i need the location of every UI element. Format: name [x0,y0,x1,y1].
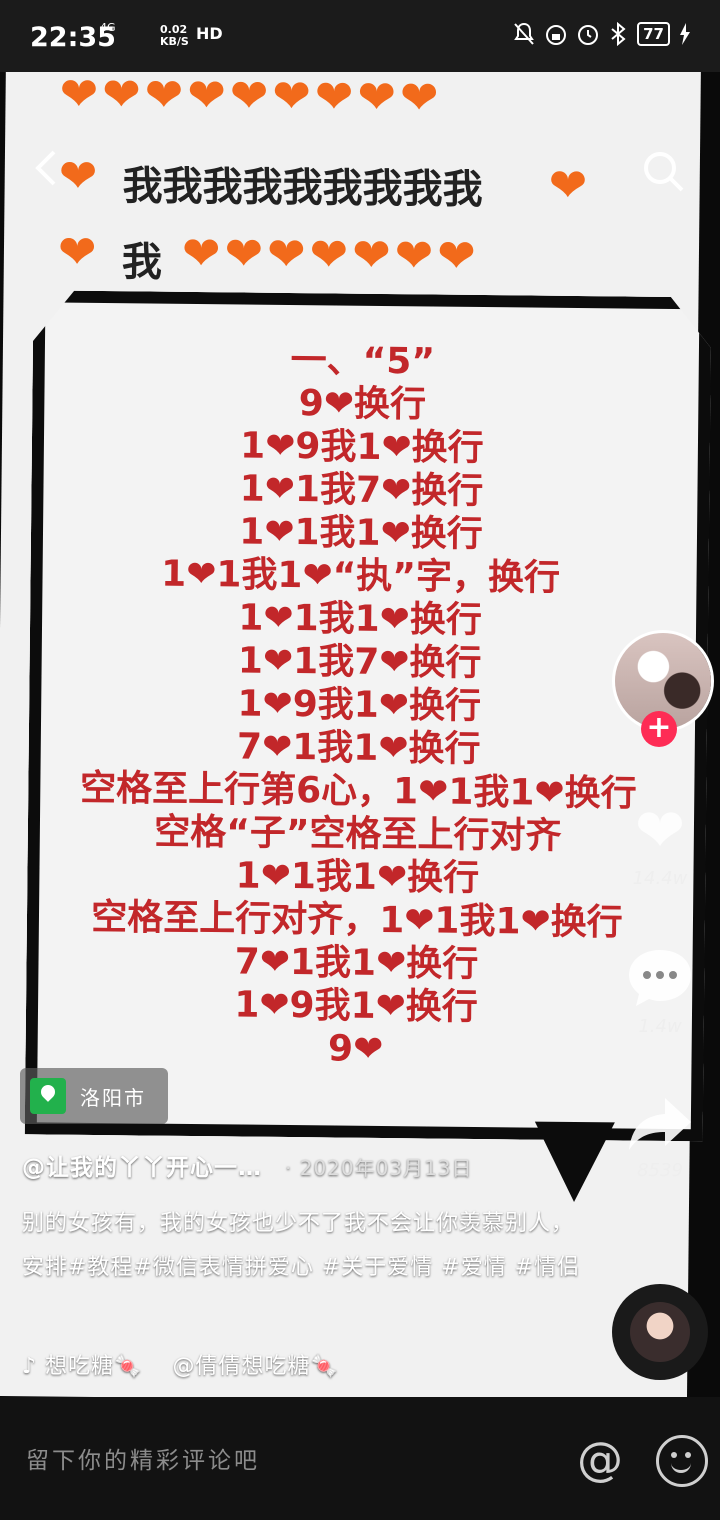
lock-icon [546,25,567,45]
instruction-line: 1❤1我7❤换行 [239,468,484,513]
like-button[interactable]: ❤ 14.4w [612,796,708,889]
music-disc[interactable] [612,1284,708,1380]
heart-row-3: ❤❤❤❤❤❤❤ [181,225,481,283]
author-name[interactable]: @让我的丫丫开心一… [22,1155,262,1181]
caption-description[interactable]: 别的女孩有，我的女孩也少不了我不会让你羡慕别人，安排#教程#微信表情拼爱心 #关… [22,1202,582,1290]
status-bar: 22:35 4G 0.02 KB/S HD 77 [0,0,720,72]
instruction-line: 一、“5” [290,339,436,383]
search-button[interactable] [640,148,688,196]
battery-indicator: 77 [637,22,670,46]
tiktok-note-icon: ♪ [22,1354,38,1379]
mention-button[interactable]: @ [574,1433,626,1485]
music-title: 想吃糖🍬 [45,1354,143,1379]
instruction-line: 1❤1我1❤换行 [238,597,483,642]
comment-count: 1.4w [638,1016,682,1037]
instruction-line: 1❤1我1❤“执”字，换行 [160,553,561,599]
location-pin-icon [30,1078,66,1114]
alarm-icon [578,25,599,45]
hd-indicator: HD [196,24,223,43]
location-tag[interactable]: 洛阳市 [20,1068,168,1124]
music-info[interactable]: ♪ 想吃糖🍬 @倩倩想吃糖🍬 [22,1348,339,1380]
caption-author-line: @让我的丫丫开心一… · 2020年03月13日 [22,1148,473,1182]
heart-icon: ❤ [634,796,686,866]
instruction-list: 一、“5” 9❤换行 1❤9我1❤换行 1❤1我7❤换行 1❤1我1❤换行 1❤1我1❤“… [35,336,683,1074]
share-count: 8539 [637,1160,683,1181]
network-indicator: 4G [100,21,116,34]
instruction-line: 9❤ [327,1028,384,1071]
search-icon [644,152,684,192]
instruction-line: 空格“子”空格至上行对齐 [153,811,562,857]
follow-button[interactable]: + [641,711,677,747]
charging-icon [680,23,690,45]
instruction-line: 1❤1我1❤换行 [239,511,483,556]
video-frame: ❤❤❤❤❤❤❤❤❤ ❤ 我我我我我我我我我 ❤ ❤ 我 ❤❤❤❤❤❤❤ 一、“5… [0,72,701,1397]
instruction-line: 空格至上行第6心，1❤1我1❤换行 [79,767,637,815]
chevron-left-icon [35,150,56,186]
header-line-2: 我我我我我我我我我 [122,163,483,213]
instruction-line: 1❤1我7❤换行 [237,640,482,685]
share-button[interactable]: 8539 [612,1094,708,1181]
heart-left-icon: ❤ [57,224,101,279]
instruction-line: 1❤1我1❤换行 [235,855,480,899]
back-button[interactable] [30,148,66,194]
network-speed-unit: KB/S [160,35,189,48]
speech-bubble-tail [534,1121,615,1203]
mute-icon [514,22,534,45]
instruction-line: 9❤换行 [298,383,427,426]
header-line-3: 我 [121,239,163,286]
network-speed: 0.02 KB/S [160,24,189,48]
instruction-line: 1❤9我1❤换行 [239,425,484,470]
instruction-line: 1❤9我1❤换行 [234,984,479,1028]
status-icons: 77 [513,22,690,46]
bluetooth-icon [611,22,626,46]
like-count: 14.4w [632,868,688,889]
instruction-line: 1❤9我1❤换行 [237,683,482,728]
comment-icon [629,950,691,1006]
instruction-line: 空格至上行对齐，1❤1我1❤换行 [91,896,623,944]
location-label: 洛阳市 [80,1085,146,1110]
heart-row-top: ❤❤❤❤❤❤❤❤❤ [59,72,443,125]
music-left: ♪ 想吃糖🍬 [22,1348,142,1380]
heart-right-icon: ❤ [548,157,592,213]
disc-avatar [630,1302,690,1362]
instruction-line: 7❤1我1❤换行 [234,941,479,985]
share-icon [629,1098,691,1150]
video-player[interactable]: ❤❤❤❤❤❤❤❤❤ ❤ 我我我我我我我我我 ❤ ❤ 我 ❤❤❤❤❤❤❤ 一、“5… [0,72,720,1397]
post-date: · 2020年03月13日 [285,1156,473,1180]
comment-bar: 留下你的精彩评论吧 @ [0,1397,720,1520]
instruction-line: 7❤1我1❤换行 [236,726,481,771]
comment-button[interactable]: 1.4w [612,944,708,1037]
music-author: @倩倩想吃糖🍬 [172,1354,339,1379]
emoji-button[interactable] [656,1435,708,1487]
comment-input[interactable]: 留下你的精彩评论吧 [26,1441,260,1475]
